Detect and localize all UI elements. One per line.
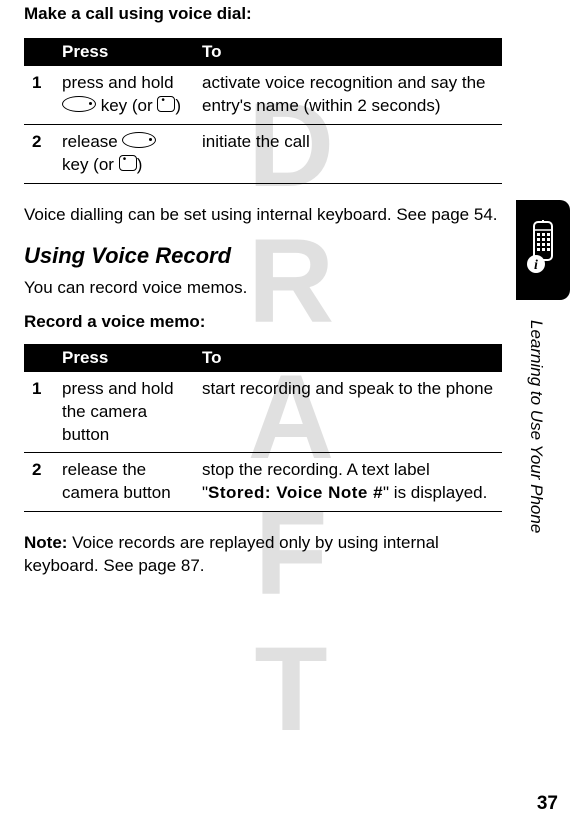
to-cell: start recording and speak to the phone [194, 372, 502, 453]
to-cell: initiate the call [194, 124, 502, 183]
press-cell: release key (or ) [54, 124, 194, 183]
step-num: 2 [24, 453, 54, 512]
note-body: Voice records are replayed only by using… [24, 533, 439, 575]
step-num: 1 [24, 372, 54, 453]
table-row: 2 release key (or ) initiate the call [24, 124, 502, 183]
section-heading-voice-record: Using Voice Record [24, 243, 502, 269]
stored-label: Stored: Voice Note # [208, 483, 383, 502]
press-text-a: press and hold [62, 73, 174, 92]
th-press: Press [54, 344, 194, 372]
press-text-c: ) [175, 96, 181, 115]
table-row: 1 press and hold key (or ) activate voic… [24, 66, 502, 124]
th-num [24, 344, 54, 372]
record-intro: Record a voice memo: [24, 312, 502, 332]
table-header-row: Press To [24, 38, 502, 66]
press-cell: release the camera button [54, 453, 194, 512]
press-cell: press and hold key (or ) [54, 66, 194, 124]
step-num: 1 [24, 66, 54, 124]
table-row: 1 press and hold the camera button start… [24, 372, 502, 453]
table-row: 2 release the camera button stop the rec… [24, 453, 502, 512]
note-text: Note: Voice records are replayed only by… [24, 532, 502, 578]
page-number: 37 [537, 793, 558, 815]
th-to: To [194, 344, 502, 372]
press-text-b: key (or [96, 96, 157, 115]
after-table1-text: Voice dialling can be set using internal… [24, 204, 502, 227]
step-num: 2 [24, 124, 54, 183]
smart-key-icon [62, 96, 96, 112]
alt-key-icon [119, 155, 137, 171]
note-label: Note: [24, 533, 67, 552]
voice-dial-table: Press To 1 press and hold key (or ) acti… [24, 38, 502, 184]
th-press: Press [54, 38, 194, 66]
to-text-b: " is displayed. [383, 483, 487, 502]
press-text-c: ) [137, 155, 143, 174]
table-header-row: Press To [24, 344, 502, 372]
page-content: Make a call using voice dial: Press To 1… [0, 0, 582, 578]
press-text-b: key (or [62, 155, 119, 174]
voice-record-table: Press To 1 press and hold the camera but… [24, 344, 502, 513]
section-body: You can record voice memos. [24, 277, 502, 300]
press-text-a: release [62, 132, 122, 151]
th-to: To [194, 38, 502, 66]
th-num [24, 38, 54, 66]
to-cell: stop the recording. A text label "Stored… [194, 453, 502, 512]
alt-key-icon [157, 96, 175, 112]
smart-key-icon [122, 132, 156, 148]
to-cell: activate voice recognition and say the e… [194, 66, 502, 124]
press-cell: press and hold the camera button [54, 372, 194, 453]
intro-voice-dial: Make a call using voice dial: [24, 4, 502, 24]
